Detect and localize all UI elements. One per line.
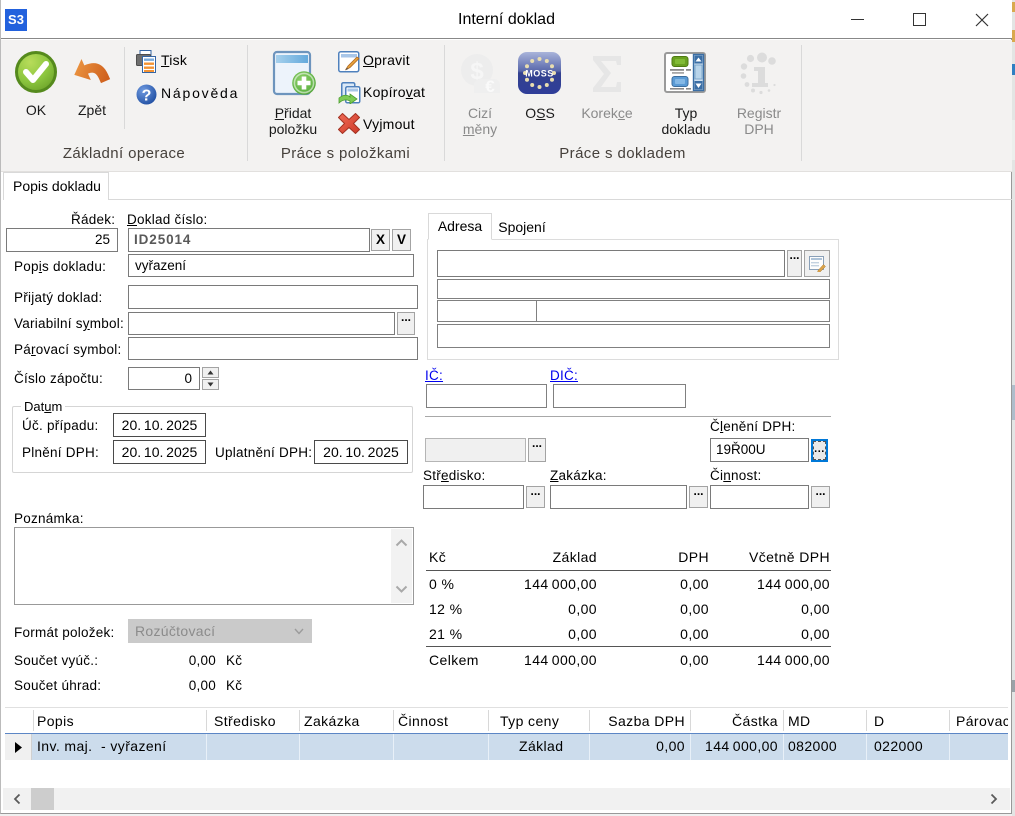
svg-text:MOSS: MOSS: [525, 69, 554, 79]
svg-text:?: ?: [142, 88, 152, 105]
svg-text:€: €: [485, 77, 495, 93]
